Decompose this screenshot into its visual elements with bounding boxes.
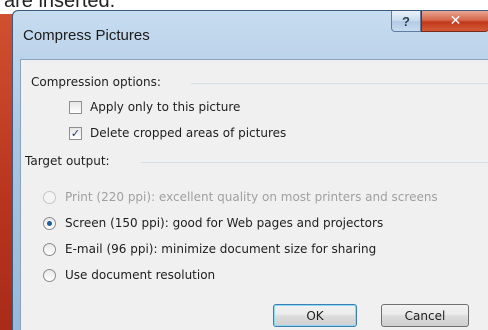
delete-cropped-row[interactable]: ✓ Delete cropped areas of pictures xyxy=(69,126,286,140)
target-option-document[interactable]: Use document resolution xyxy=(43,268,215,282)
apply-only-checkbox[interactable] xyxy=(69,100,82,114)
compression-options-label: Compression options: xyxy=(31,75,167,89)
background-image-strip xyxy=(0,14,12,330)
apply-only-label: Apply only to this picture xyxy=(90,100,241,114)
check-icon: ✓ xyxy=(70,126,81,140)
target-output-label: Target output: xyxy=(25,154,116,168)
radio-button[interactable] xyxy=(43,268,56,282)
dialog-body: Compression options: Apply only to this … xyxy=(20,59,488,330)
help-button[interactable]: ? xyxy=(391,11,421,32)
close-button[interactable]: ✕ xyxy=(421,11,488,32)
cancel-button[interactable]: Cancel xyxy=(381,304,469,327)
apply-only-row[interactable]: Apply only to this picture xyxy=(69,100,240,114)
delete-cropped-checkbox[interactable]: ✓ xyxy=(69,126,82,140)
group-divider xyxy=(141,162,488,163)
close-icon: ✕ xyxy=(449,13,462,29)
target-option-label: E-mail (96 ppi): minimize document size … xyxy=(65,242,377,256)
radio-button[interactable] xyxy=(43,216,56,230)
title-bar: Compress Pictures ? ✕ xyxy=(13,11,488,47)
target-option-print[interactable]: Print (220 ppi): excellent quality on mo… xyxy=(43,190,438,204)
target-option-email[interactable]: E-mail (96 ppi): minimize document size … xyxy=(43,242,376,256)
radio-button[interactable] xyxy=(43,190,56,204)
ok-button[interactable]: OK xyxy=(273,304,357,327)
target-option-screen[interactable]: Screen (150 ppi): good for Web pages and… xyxy=(43,216,383,230)
compress-pictures-dialog: Compress Pictures ? ✕ Compression option… xyxy=(12,10,488,330)
target-option-label: Print (220 ppi): excellent quality on mo… xyxy=(65,190,438,204)
help-icon: ? xyxy=(402,13,410,29)
radio-button[interactable] xyxy=(43,242,56,256)
group-divider xyxy=(191,83,488,84)
dialog-title: Compress Pictures xyxy=(23,27,150,44)
target-option-label: Use document resolution xyxy=(65,268,216,282)
target-option-label: Screen (150 ppi): good for Web pages and… xyxy=(65,216,384,230)
delete-cropped-label: Delete cropped areas of pictures xyxy=(90,126,287,140)
